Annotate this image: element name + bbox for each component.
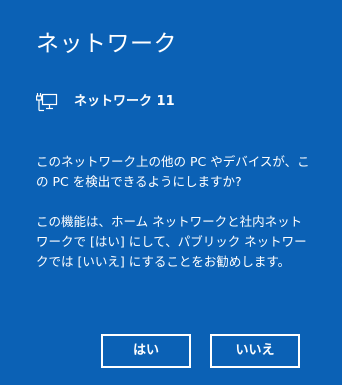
yes-button[interactable]: はい (101, 334, 191, 368)
discovery-question: このネットワーク上の他の PC やデバイスが、この PC を検出できるようにしま… (36, 154, 310, 189)
network-name: ネットワーク 11 (74, 94, 175, 109)
no-button[interactable]: いいえ (210, 334, 300, 368)
network-discovery-panel: ネットワーク ネットワーク 11 このネットワーク上の他の PC やデバイスが、… (0, 0, 342, 385)
ethernet-network-icon (36, 92, 58, 112)
discovery-recommendation: この機能は、ホーム ネットワークと社内ネットワークで [はい] にして、パブリッ… (36, 214, 307, 269)
network-row: ネットワーク 11 (36, 91, 175, 113)
panel-title: ネットワーク (36, 31, 177, 57)
